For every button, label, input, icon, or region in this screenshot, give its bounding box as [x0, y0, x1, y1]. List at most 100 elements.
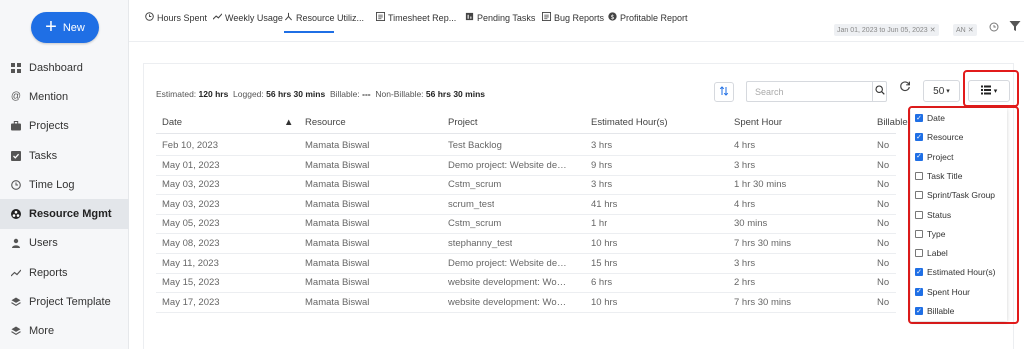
table-row[interactable]: May 17, 2023 Mamata Biswal website develop…	[156, 292, 896, 313]
table-row[interactable]: May 15, 2023 Mamata Biswal website develop…	[156, 272, 896, 294]
sidebar-item-dashboard[interactable]: Dashboard	[0, 53, 129, 82]
history-icon[interactable]	[989, 22, 999, 35]
refresh-icon[interactable]	[899, 80, 911, 95]
column-checkbox[interactable]: ✓	[915, 268, 923, 277]
sidebar-item-label: Tasks	[29, 149, 58, 162]
column-option[interactable]: ✓ Spent Hour	[915, 285, 970, 299]
trend-icon	[212, 12, 223, 23]
sidebar-item-time-log[interactable]: Time Log	[0, 170, 129, 199]
column-checkbox[interactable]	[915, 229, 923, 238]
sidebar-nav: Dashboard @ Mention Projects Tasks Time …	[0, 53, 129, 346]
column-chooser-menu: ✓ Date ✓ Resource ✓ Project Task Title Sprint/T…	[911, 108, 1007, 321]
page-size-select[interactable]: 50 ▾	[923, 80, 960, 102]
filter-icon[interactable]	[1009, 20, 1021, 35]
sidebar-item-more[interactable]: More	[0, 317, 129, 346]
resource-icon	[284, 12, 293, 23]
column-checkbox[interactable]: ✓	[915, 307, 923, 315]
sidebar-item-project-template[interactable]: Project Template	[0, 287, 129, 316]
table-cell: Test Backlog	[448, 140, 502, 151]
column-checkbox[interactable]	[915, 249, 923, 258]
sort-button[interactable]	[714, 82, 734, 102]
column-checkbox[interactable]: ✓	[915, 152, 923, 161]
table-row[interactable]: Feb 10, 2023 Mamata Biswal Test Backlog 3 h…	[156, 135, 896, 156]
hours-summary: Estimated: 120 hrs Logged: 56 hrs 30 min…	[156, 89, 485, 99]
table-cell: No	[877, 296, 890, 308]
search-button[interactable]	[872, 82, 886, 101]
table-cell: No	[877, 159, 890, 171]
column-header-billable[interactable]: Billable	[877, 117, 908, 128]
caret-down-icon: ▾	[946, 88, 950, 95]
column-option[interactable]: Type	[915, 227, 945, 241]
tab-label: Resource Utiliz...	[296, 12, 365, 23]
column-option[interactable]: Label	[915, 246, 948, 260]
column-option[interactable]: ✓ Estimated Hour(s)	[915, 265, 996, 279]
column-header-spent-hour[interactable]: Spent Hour	[734, 117, 782, 128]
table-cell: Mamata Biswal	[305, 296, 370, 308]
billable-label: Billable:	[329, 89, 360, 99]
column-header-date[interactable]: Date	[162, 117, 182, 128]
sidebar-item-mention[interactable]: @ Mention	[0, 82, 129, 111]
sort-asc-icon[interactable]: ▲	[284, 117, 293, 128]
column-checkbox[interactable]: ✓	[915, 133, 923, 142]
tab-profitable-report[interactable]: $ Profitable Report	[608, 12, 688, 23]
sidebar-item-resource-mgmt[interactable]: Resource Mgmt	[0, 199, 129, 229]
search-input[interactable]	[747, 82, 872, 101]
column-checkbox[interactable]	[915, 171, 923, 180]
logged-value: 56 hrs 30 mins	[266, 89, 326, 99]
column-option-label: Estimated Hour(s)	[927, 267, 996, 278]
column-checkbox[interactable]: ✓	[915, 114, 923, 122]
tab-resource-utilization[interactable]: Resource Utiliz...	[284, 12, 364, 23]
column-chooser-button[interactable]: ▾	[968, 80, 1010, 102]
sidebar-item-reports[interactable]: Reports	[0, 258, 129, 287]
sidebar-item-users[interactable]: Users	[0, 229, 129, 258]
tab-hours-spent[interactable]: Hours Spent	[145, 12, 207, 23]
table-cell: Mamata Biswal	[305, 179, 370, 191]
table-row[interactable]: May 03, 2023 Mamata Biswal scrum_test 41 hr…	[156, 194, 896, 215]
column-checkbox[interactable]	[915, 210, 923, 219]
new-button[interactable]: + New	[31, 12, 99, 43]
sidebar-item-projects[interactable]: Projects	[0, 112, 129, 141]
column-option[interactable]: Sprint/Task Group	[915, 188, 995, 202]
assignee-filter[interactable]: AN ✕	[953, 24, 977, 36]
column-option[interactable]: Status	[915, 208, 951, 222]
table-cell: 4 hrs	[734, 198, 756, 210]
date-range-filter[interactable]: Jan 01, 2023 to Jun 05, 2023 ✕	[834, 24, 939, 36]
sidebar-item-label: Dashboard	[29, 61, 83, 74]
column-header-estimated-hours[interactable]: Estimated Hour(s)	[591, 117, 668, 128]
column-option[interactable]: ✓ Project	[915, 150, 953, 164]
column-option[interactable]: ✓ Resource	[915, 130, 963, 144]
table-row[interactable]: May 03, 2023 Mamata Biswal Cstm_scrum 3 hrs…	[156, 174, 896, 196]
sidebar-item-tasks[interactable]: Tasks	[0, 141, 129, 170]
table-cell: 7 hrs 30 mins	[734, 296, 792, 308]
table-cell: May 03, 2023	[162, 198, 220, 210]
column-checkbox[interactable]	[915, 191, 923, 200]
column-option[interactable]: ✓ Date	[915, 111, 945, 125]
table-row[interactable]: May 11, 2023 Mamata Biswal Demo project: W…	[156, 253, 896, 274]
at-icon: @	[10, 91, 22, 103]
active-tab-indicator	[284, 31, 334, 33]
table-row[interactable]: May 05, 2023 Mamata Biswal Cstm_scrum 1 hr 3…	[156, 213, 896, 235]
column-checkbox[interactable]: ✓	[915, 287, 923, 296]
logged-label: Logged:	[233, 89, 264, 99]
tab-pending-tasks[interactable]: Pending Tasks	[465, 12, 535, 23]
table-cell: Demo project: Website devel...	[448, 257, 568, 269]
table-cell: No	[877, 179, 890, 191]
table-row[interactable]: May 08, 2023 Mamata Biswal stephanny_test 1…	[156, 233, 896, 254]
report-icon	[542, 12, 551, 23]
tab-bug-reports[interactable]: Bug Reports	[542, 12, 604, 23]
tab-timesheet-report[interactable]: Timesheet Rep...	[376, 12, 456, 23]
tab-weekly-usage[interactable]: Weekly Usage	[212, 12, 283, 23]
column-option-label: Status	[927, 209, 952, 220]
caret-down-icon: ▾	[993, 88, 998, 95]
column-option[interactable]: ✓ Billable	[915, 304, 954, 318]
non-billable-value: 56 hrs 30 mins	[425, 89, 485, 99]
table-cell: May 11, 2023	[162, 257, 219, 269]
close-icon[interactable]: ✕	[930, 26, 936, 34]
column-header-resource[interactable]: Resource	[305, 117, 346, 128]
close-icon[interactable]: ✕	[968, 26, 974, 34]
table-cell: No	[877, 277, 890, 289]
table-cell: May 03, 2023	[162, 179, 220, 191]
column-option[interactable]: Task Title	[915, 169, 962, 183]
table-row[interactable]: May 01, 2023 Mamata Biswal Demo project: W…	[156, 155, 896, 176]
column-header-project[interactable]: Project	[448, 117, 478, 128]
